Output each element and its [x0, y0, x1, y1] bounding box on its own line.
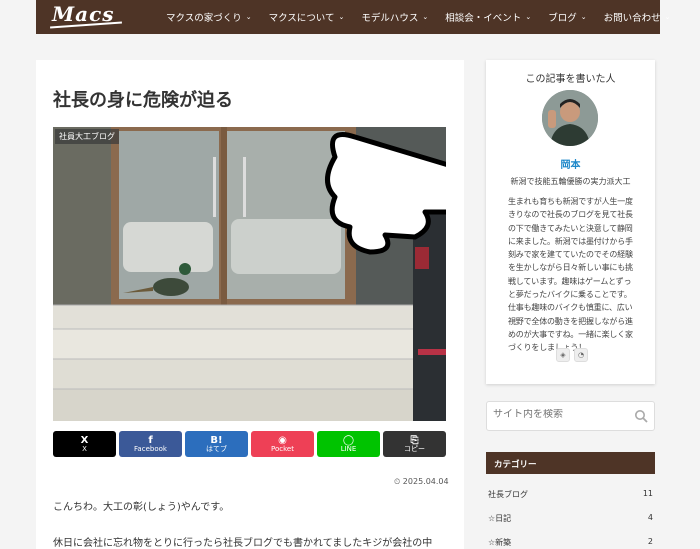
share-hatena-button[interactable]: B! はてブ [185, 431, 248, 457]
facebook-icon: f [148, 434, 153, 446]
author-role: 新潟で技能五輪優勝の実力派大工 [510, 177, 631, 186]
post-title: 社長の身に危険が迫る [53, 90, 233, 111]
copy-link-button[interactable]: ⎘ コピー [383, 431, 446, 457]
feedly-icon[interactable]: ◈ [556, 348, 570, 362]
copy-icon: ⎘ [410, 434, 419, 446]
category-heading: カテゴリー [486, 452, 655, 474]
nav-item-house-building[interactable]: マクスの家づくり ⌄ [166, 10, 252, 24]
post-date: ⏲ 2025.04.04 [394, 477, 449, 486]
search-input[interactable] [493, 409, 623, 420]
category-item[interactable]: 社長ブログ 11 [488, 489, 653, 500]
share-x-button[interactable]: X X [53, 431, 116, 457]
nav-item-about[interactable]: マクスについて ⌄ [269, 10, 345, 24]
nav-item-model-house[interactable]: モデルハウス ⌄ [361, 10, 428, 24]
avatar[interactable] [542, 90, 598, 146]
featured-image [53, 127, 446, 421]
nav-item-blog[interactable]: ブログ ⌄ [548, 10, 586, 24]
main-nav: マクスの家づくり ⌄ マクスについて ⌄ モデルハウス ⌄ 相談会・イベント ⌄ ブログ… [166, 0, 687, 34]
pocket-icon: ◉ [278, 434, 287, 446]
rss-icon[interactable]: ◔ [574, 348, 588, 362]
author-heading: この記事を書いた人 [525, 74, 616, 85]
author-name[interactable]: 岡本 [486, 156, 655, 171]
category-item[interactable]: ☆新築 2 [488, 537, 653, 548]
search-box [486, 401, 655, 431]
line-icon: ◯ [342, 434, 355, 446]
chevron-down-icon: ⌄ [664, 13, 671, 21]
share-pocket-button[interactable]: ◉ Pocket [251, 431, 314, 457]
chevron-down-icon: ⌄ [580, 13, 587, 21]
nav-item-contact[interactable]: お問い合わせ ⌄ [604, 10, 671, 24]
chevron-down-icon: ⌄ [245, 13, 252, 21]
clock-icon: ⏲ [394, 477, 401, 486]
share-facebook-button[interactable]: f Facebook [119, 431, 182, 457]
x-icon: X [80, 434, 89, 446]
chevron-down-icon: ⌄ [422, 13, 429, 21]
nav-item-events[interactable]: 相談会・イベント ⌄ [445, 10, 531, 24]
post-paragraph: 休日に会社に忘れ物をとりに行ったら社長ブログでも書かれてましたキジが会社の中 [53, 538, 433, 549]
post-paragraph: こんちわ。大工の彰(しょう)やんです。 [53, 502, 230, 513]
author-links: ◈ ◔ [556, 348, 588, 362]
share-line-button[interactable]: ◯ LINE [317, 431, 380, 457]
share-buttons: X X f Facebook B! はてブ ◉ Pocket ◯ LINE ⎘ … [53, 431, 446, 457]
hatena-icon: B! [210, 434, 223, 446]
author-bio: 生まれも育ちも新潟ですが人生一度きりなので社長のブログを見て社長の下で働きてみた… [508, 197, 633, 353]
site-header: Macs マクスの家づくり ⌄ マクスについて ⌄ モデルハウス ⌄ 相談会・イベント… [36, 0, 670, 34]
search-icon[interactable] [634, 409, 648, 423]
category-badge[interactable]: 社員大工ブログ [55, 129, 119, 144]
category-item[interactable]: ☆日記 4 [488, 513, 653, 524]
chevron-down-icon: ⌄ [338, 13, 345, 21]
author-box: この記事を書いた人 岡本 新潟で技能五輪優勝の実力派大工 生まれも育ちも新潟です… [486, 60, 655, 384]
chevron-down-icon: ⌄ [525, 13, 532, 21]
